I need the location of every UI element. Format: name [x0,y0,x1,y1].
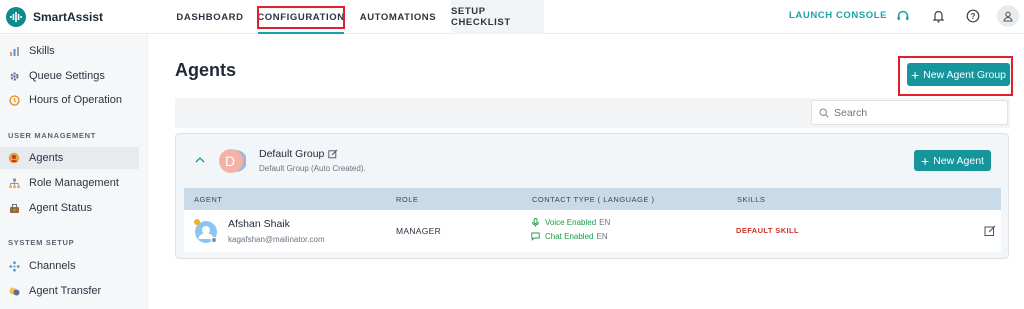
agent-role: MANAGER [396,226,442,236]
help-icon[interactable]: ? [963,6,983,26]
sidebar-item-label: Skills [29,45,55,57]
edit-group-icon[interactable] [328,149,338,159]
tab-dashboard[interactable]: DASHBOARD [173,0,247,34]
contact-chat: Chat Enabled EN [531,232,608,241]
section-user-management: USER MANAGEMENT [8,131,97,140]
sidebar-item-hours-of-operation[interactable]: Hours of Operation [0,89,148,111]
sidebar-item-label: Agent Status [29,202,92,214]
column-role: ROLE [396,195,419,204]
user-avatar[interactable] [997,5,1019,27]
new-agent-group-button[interactable]: + New Agent Group [907,63,1010,86]
table-row[interactable]: Afshan Shaik kagafshan@mailinator.com MA… [184,210,1001,252]
bell-icon[interactable] [928,6,948,26]
tab-configuration[interactable]: CONFIGURATION [257,0,344,34]
agent-skill: DEFAULT SKILL [736,226,799,235]
brand[interactable]: SmartAssist [6,7,103,27]
chat-enabled-text: Chat Enabled [545,232,594,241]
page-title: Agents [175,60,237,80]
plus-icon: + [921,152,930,169]
group-name-row: Default Group [259,148,338,160]
sidebar-item-label: Queue Settings [29,70,105,82]
tab-automations[interactable]: AUTOMATIONS [356,0,440,34]
sidebar-item-agent-transfer[interactable]: Agent Transfer [0,280,148,302]
sidebar-item-label: Role Management [29,177,119,189]
app-name: SmartAssist [33,10,104,24]
group-description: Default Group (Auto Created). [259,164,366,173]
svg-text:?: ? [971,12,976,21]
plus-icon: + [910,66,920,83]
column-skills: SKILLS [737,195,766,204]
chat-language: EN [596,232,608,241]
chat-icon [531,232,540,241]
sidebar-item-role-management[interactable]: Role Management [0,172,148,194]
clock-icon [8,94,20,106]
transfer-icon [8,285,20,297]
agent-email: kagafshan@mailinator.com [228,235,325,244]
sidebar-item-queue-settings[interactable]: Queue Settings [0,65,148,87]
search-icon [819,107,829,118]
voice-language: EN [599,218,611,227]
edit-agent-icon[interactable] [984,225,996,237]
queue-icon [8,70,20,82]
column-contact-type: CONTACT TYPE ( LANGUAGE ) [532,195,655,204]
agent-name: Afshan Shaik [228,218,290,230]
role-icon [8,177,20,189]
status-icon [8,202,20,214]
group-initial: D [224,153,236,169]
group-name: Default Group [259,148,325,160]
column-agent: AGENT [194,195,223,204]
sidebar-item-label: Agents [29,152,64,164]
search-input[interactable] [834,106,994,119]
sidebar-item-channels[interactable]: Channels [0,255,148,277]
new-agent-label: New Agent [933,154,984,167]
search-box[interactable] [811,100,1008,125]
skills-icon [8,45,20,57]
sidebar-item-label: Channels [29,260,76,272]
chevron-up-icon[interactable] [194,154,206,166]
agent-avatar [194,219,218,244]
sidebar-item-skills[interactable]: Skills [0,40,148,62]
new-agent-button[interactable]: + New Agent [914,150,991,171]
tab-setup-checklist[interactable]: SETUP CHECKLIST [451,0,544,34]
new-agent-group-label: New Agent Group [923,68,1007,81]
launch-console-link[interactable]: LAUNCH CONSOLE [789,10,887,21]
sidebar-item-label: Hours of Operation [29,94,122,106]
headset-icon[interactable] [893,6,913,26]
smartassist-logo-icon [6,7,26,27]
agents-icon [8,152,20,164]
top-bar: SmartAssist DASHBOARD CONFIGURATION AUTO… [0,0,1024,34]
user-icon [1003,11,1013,21]
sidebar: Skills Queue Settings Hours of Operation… [0,35,148,309]
agent-group-card: D Default Group Default Group (Auto Crea… [175,133,1009,259]
contact-voice: Voice Enabled EN [531,218,610,227]
channels-icon [8,260,20,272]
table-header: AGENT ROLE CONTACT TYPE ( LANGUAGE ) SKI… [184,188,1001,210]
section-system-setup: SYSTEM SETUP [8,238,75,247]
microphone-icon [532,218,539,227]
voice-enabled-text: Voice Enabled [545,218,597,227]
sidebar-item-agent-status[interactable]: Agent Status [0,197,148,219]
sidebar-item-agents[interactable]: Agents [0,147,139,169]
sidebar-item-label: Agent Transfer [29,285,102,297]
